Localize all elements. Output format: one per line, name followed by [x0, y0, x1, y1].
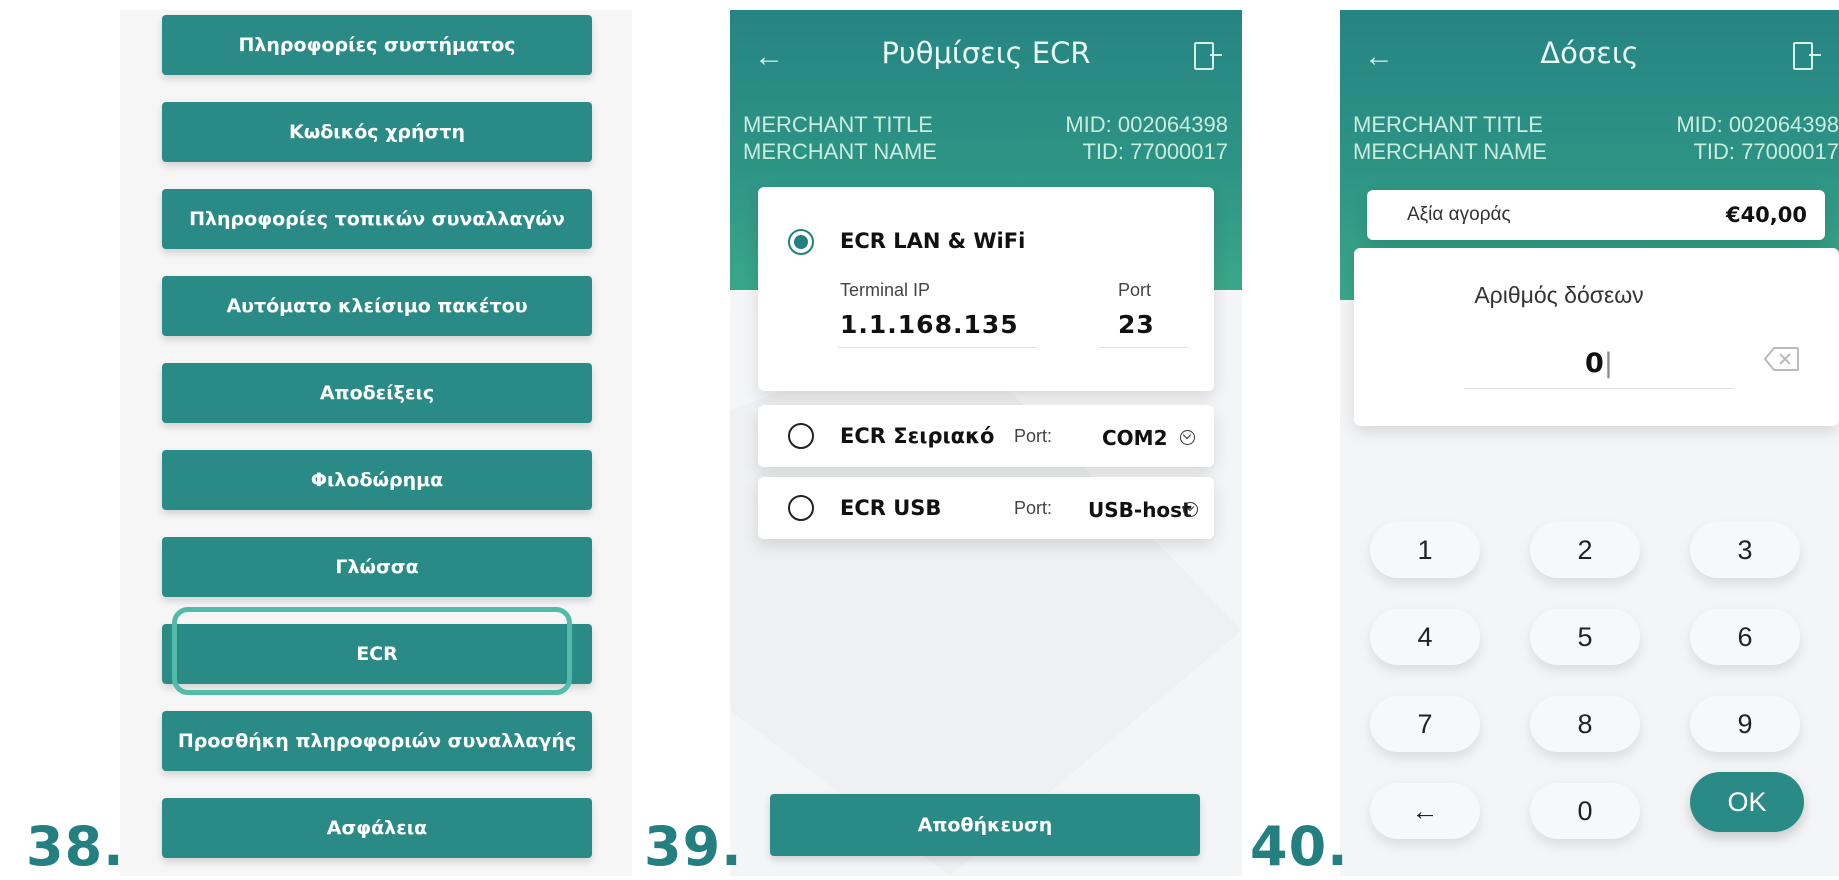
amount-value: €40,00	[1725, 203, 1807, 227]
page-title: Δόσεις	[1540, 36, 1639, 70]
purchase-amount-bar: Αξία αγοράς €40,00	[1367, 190, 1825, 240]
terminal-ids: MID: 002064398 TID: 77000017	[1065, 111, 1228, 165]
serial-port-label: Port:	[1014, 426, 1053, 446]
port-input[interactable]: 23	[1118, 310, 1155, 339]
ecr-lan-label: ECR LAN & WiFi	[840, 229, 1026, 253]
ecr-serial-radio[interactable]	[788, 423, 814, 449]
ecr-serial-label: ECR Σειριακό	[840, 424, 995, 448]
installments-value: 0	[1585, 348, 1604, 379]
port-label: Port	[1118, 280, 1152, 300]
chevron-down-icon[interactable]	[1183, 502, 1198, 517]
exit-icon[interactable]	[1793, 42, 1821, 70]
key-6[interactable]: 6	[1690, 609, 1800, 665]
menu-item-user-code[interactable]: Κωδικός χρήστη	[162, 102, 592, 162]
merchant-info: MERCHANT TITLE MERCHANT NAME	[1353, 111, 1547, 165]
merchant-id: MID: 002064398	[1065, 112, 1228, 137]
menu-item-system-info[interactable]: Πληροφορίες συστήματος	[162, 15, 592, 75]
save-button[interactable]: Αποθήκευση	[770, 794, 1200, 856]
step-number-40: 40.	[1250, 815, 1349, 878]
menu-item-language[interactable]: Γλώσσα	[162, 537, 592, 597]
menu-item-local-transactions[interactable]: Πληροφορίες τοπικών συναλλαγών	[162, 189, 592, 249]
merchant-title: MERCHANT TITLE	[1353, 112, 1543, 137]
merchant-info: MERCHANT TITLE MERCHANT NAME	[743, 111, 937, 165]
merchant-id: MID: 002064398	[1676, 112, 1839, 137]
menu-item-ecr[interactable]: ECR	[162, 624, 592, 684]
terminal-ip-value[interactable]: 1.1.168.135	[840, 310, 1019, 339]
ecr-lan-radio[interactable]	[788, 229, 814, 255]
ip-underline	[838, 347, 1038, 348]
terminal-ip-label: Terminal IP	[840, 280, 931, 300]
page-title: Ρυθμίσεις ECR	[881, 36, 1091, 70]
settings-menu-screen: Πληροφορίες συστήματος Κωδικός χρήστη Πλ…	[120, 10, 632, 876]
key-1[interactable]: 1	[1370, 522, 1480, 578]
amount-label: Αξία αγοράς	[1407, 204, 1511, 225]
installments-screen: ← Δόσεις MERCHANT TITLE MERCHANT NAME MI…	[1340, 10, 1839, 876]
step-number-38: 38.	[26, 815, 125, 878]
key-8[interactable]: 8	[1530, 696, 1640, 752]
ecr-usb-label: ECR USB	[840, 496, 942, 520]
port-underline	[1098, 347, 1188, 348]
usb-port-label: Port:	[1014, 498, 1053, 518]
key-7[interactable]: 7	[1370, 696, 1480, 752]
merchant-name: MERCHANT NAME	[743, 139, 937, 164]
key-2[interactable]: 2	[1530, 522, 1640, 578]
ecr-lan-card: ECR LAN & WiFi Terminal IP 1.1.168.135 P…	[758, 187, 1214, 391]
menu-item-receipts[interactable]: Αποδείξεις	[162, 363, 592, 423]
key-0[interactable]: 0	[1530, 783, 1640, 839]
terminal-id: TID: 77000017	[1082, 139, 1228, 164]
key-back-arrow[interactable]: ←	[1370, 783, 1480, 839]
installments-label: Αριθμός δόσεων	[1474, 282, 1644, 308]
serial-port-select[interactable]: COM2	[1102, 426, 1168, 450]
ecr-settings-screen: ← Ρυθμίσεις ECR MERCHANT TITLE MERCHANT …	[730, 10, 1242, 876]
terminal-ids: MID: 002064398 TID: 77000017	[1676, 111, 1839, 165]
ok-button[interactable]: OK	[1690, 772, 1804, 832]
merchant-name: MERCHANT NAME	[1353, 139, 1547, 164]
backspace-icon[interactable]	[1763, 346, 1800, 372]
exit-icon[interactable]	[1194, 42, 1222, 70]
menu-item-transaction-info[interactable]: Προσθήκη πληροφοριών συναλλαγής	[162, 711, 592, 771]
menu-item-security[interactable]: Ασφάλεια	[162, 798, 592, 858]
key-3[interactable]: 3	[1690, 522, 1800, 578]
step-number-39: 39.	[644, 815, 743, 878]
menu-item-auto-close-batch[interactable]: Αυτόματο κλείσιμο πακέτου	[162, 276, 592, 336]
ecr-usb-card[interactable]: ECR USB Port: USB-host	[758, 477, 1214, 539]
key-5[interactable]: 5	[1530, 609, 1640, 665]
menu-item-tip[interactable]: Φιλοδώρημα	[162, 450, 592, 510]
ecr-usb-radio[interactable]	[788, 495, 814, 521]
chevron-down-icon[interactable]	[1180, 430, 1195, 445]
installments-input[interactable]: 0|	[1464, 348, 1734, 379]
ecr-serial-card[interactable]: ECR Σειριακό Port: COM2	[758, 405, 1214, 467]
merchant-title: MERCHANT TITLE	[743, 112, 933, 137]
usb-port-select[interactable]: USB-host	[1088, 498, 1192, 522]
key-9[interactable]: 9	[1690, 696, 1800, 752]
key-4[interactable]: 4	[1370, 609, 1480, 665]
terminal-id: TID: 77000017	[1693, 139, 1839, 164]
input-underline	[1464, 388, 1734, 389]
installments-card: Αριθμός δόσεων 0|	[1354, 248, 1839, 426]
